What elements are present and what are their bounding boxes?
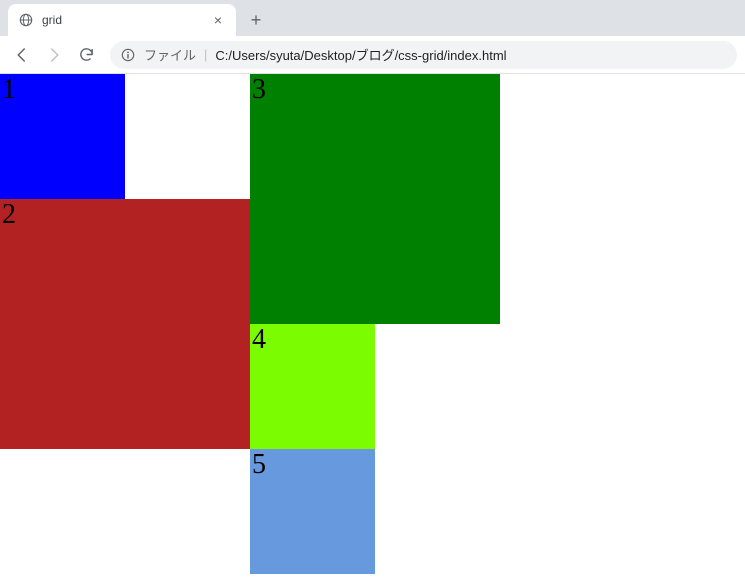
grid-cell-2: 2 [0, 199, 250, 449]
grid-cell-1: 1 [0, 74, 125, 199]
grid-cell-5: 5 [250, 449, 375, 574]
reload-button[interactable] [72, 41, 100, 69]
css-grid-demo: 1 2 3 4 5 [0, 74, 745, 574]
back-button[interactable] [8, 41, 36, 69]
address-path: C:/Users/syuta/Desktop/ブログ/css-grid/inde… [215, 45, 506, 64]
address-bar[interactable]: ファイル | C:/Users/syuta/Desktop/ブログ/css-gr… [110, 41, 737, 69]
browser-tab[interactable]: grid × [8, 4, 236, 36]
forward-button[interactable] [40, 41, 68, 69]
tab-strip: grid × + [0, 0, 745, 36]
page-content: 1 2 3 4 5 [0, 74, 745, 574]
new-tab-button[interactable]: + [242, 6, 270, 34]
address-separator: | [204, 47, 207, 62]
tab-title: grid [42, 13, 202, 27]
address-prefix: ファイル [144, 45, 196, 64]
info-icon[interactable] [120, 47, 136, 63]
grid-cell-4: 4 [250, 324, 375, 449]
toolbar: ファイル | C:/Users/syuta/Desktop/ブログ/css-gr… [0, 36, 745, 74]
globe-icon [18, 12, 34, 28]
close-icon[interactable]: × [210, 12, 226, 28]
grid-cell-3: 3 [250, 74, 500, 324]
